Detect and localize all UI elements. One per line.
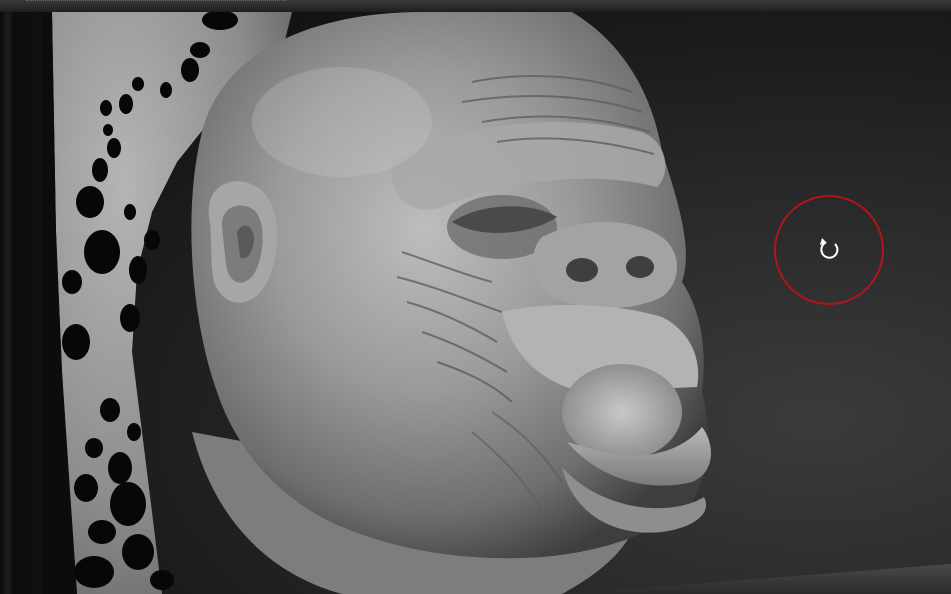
left-panel-frame (0, 12, 42, 594)
open-mouth (562, 364, 682, 460)
rotate-cursor[interactable] (773, 194, 885, 306)
rotate-icon (774, 195, 884, 305)
gorilla-head (191, 12, 712, 594)
brush-ring (774, 195, 884, 305)
sculpt-viewport[interactable] (42, 12, 951, 594)
floor-plane (562, 564, 951, 594)
title-bar-divider (26, 0, 286, 5)
